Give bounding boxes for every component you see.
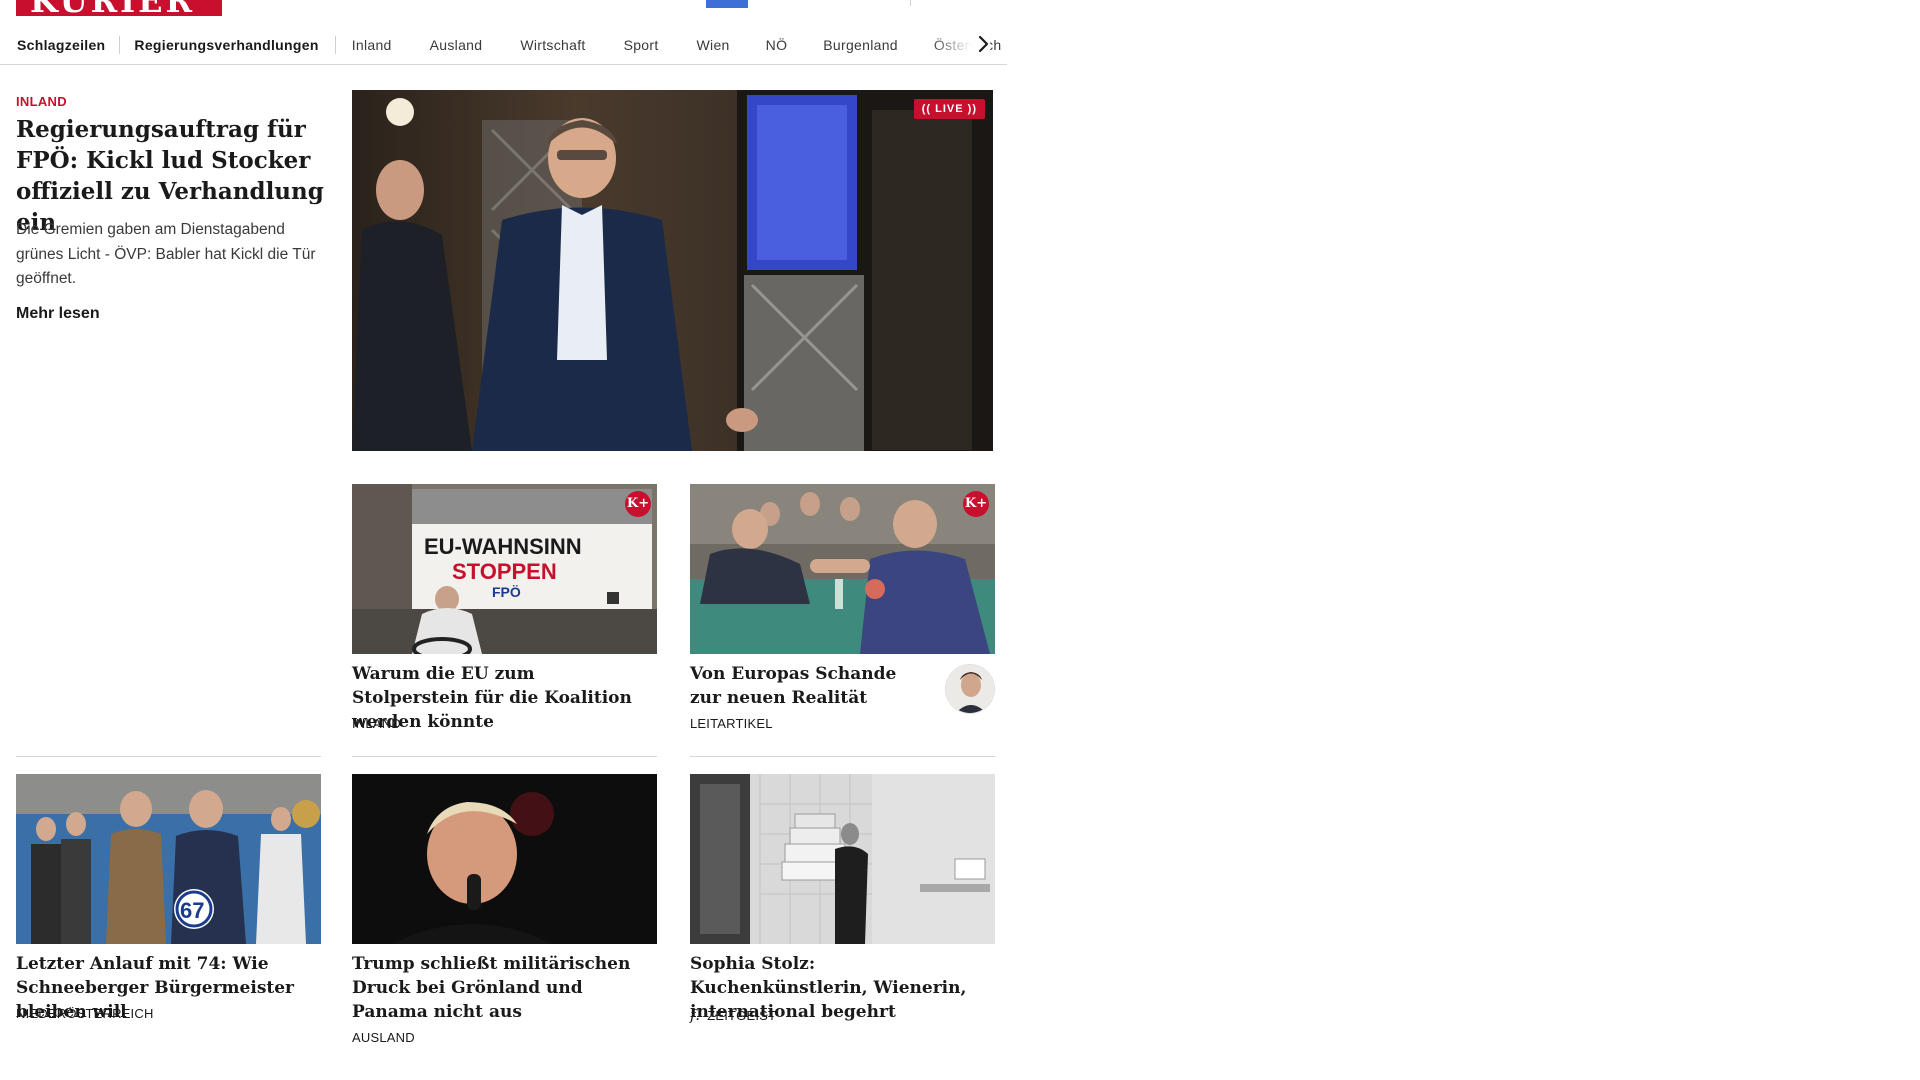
- nav-item-regierungsverhandlungen[interactable]: Regierungsverhandlungen: [134, 37, 318, 53]
- read-more-link[interactable]: Mehr lesen: [16, 305, 100, 323]
- nav-item-sport[interactable]: Sport: [624, 37, 659, 53]
- header-divider: [910, 0, 911, 6]
- nav-item-schlagzeilen[interactable]: Schlagzeilen: [17, 37, 105, 53]
- article-section-tag[interactable]: INLAND: [352, 716, 401, 731]
- eu-poster-photo: EU-WAHNSINN STOPPEN FPÖ: [352, 484, 657, 654]
- article-section-tag[interactable]: NIEDERÖSTERREICH: [16, 1006, 154, 1021]
- article-image[interactable]: 67: [16, 774, 321, 944]
- section-nav: Schlagzeilen Regierungsverhandlungen Inl…: [0, 24, 1007, 65]
- lead-kicker[interactable]: INLAND: [16, 94, 67, 109]
- svg-text:FPÖ: FPÖ: [492, 584, 521, 600]
- chevron-right-icon[interactable]: [971, 32, 995, 56]
- article-headline[interactable]: Von Europas Schande zur neuen Realität: [690, 662, 930, 710]
- svg-text:EU-WAHNSINN: EU-WAHNSINN: [424, 534, 582, 559]
- nav-item-ausland[interactable]: Ausland: [430, 37, 483, 53]
- card-divider: [352, 756, 657, 757]
- nav-item-inland[interactable]: Inland: [352, 37, 392, 53]
- header-blue-element[interactable]: [706, 0, 748, 8]
- lead-image[interactable]: (( LIVE )): [352, 90, 993, 451]
- kurier-logo[interactable]: KURIER: [16, 0, 222, 16]
- lead-teaser: Die Gremien gaben am Dienstagabend grüne…: [16, 221, 316, 287]
- kurier-plus-badge: K+: [625, 491, 651, 517]
- article-section-tag[interactable]: LEITARTIKEL: [690, 716, 773, 731]
- nav-item-wirtschaft[interactable]: Wirtschaft: [520, 37, 585, 53]
- nav-separator: [119, 35, 121, 54]
- kurier-plus-badge: K+: [963, 491, 989, 517]
- cake-artist-photo: [690, 774, 995, 944]
- nav-item-wien[interactable]: Wien: [697, 37, 730, 53]
- article-headline[interactable]: Trump schließt militärischen Druck bei G…: [352, 952, 652, 1024]
- article-image[interactable]: EU-WAHNSINN STOPPEN FPÖ K+: [352, 484, 657, 654]
- nav-item-burgenland[interactable]: Burgenland: [823, 37, 898, 53]
- live-badge: (( LIVE )): [913, 99, 985, 119]
- nav-item-noe[interactable]: NÖ: [766, 37, 788, 53]
- author-avatar[interactable]: [945, 664, 995, 714]
- trump-photo: [352, 774, 657, 944]
- live-waves-icon: ((: [921, 103, 932, 115]
- mayor-stage-photo: 67: [16, 774, 321, 944]
- card-divider: [16, 756, 321, 757]
- article-section-tag[interactable]: AUSLAND: [352, 1030, 415, 1045]
- article-image[interactable]: [690, 774, 995, 944]
- article-image[interactable]: [352, 774, 657, 944]
- nav-separator: [334, 35, 336, 54]
- article-section-tag[interactable]: f. ZEITGEIST: [690, 1006, 776, 1024]
- svg-text:STOPPEN: STOPPEN: [452, 559, 557, 584]
- zeitgeist-icon: f.: [690, 1006, 701, 1024]
- author-photo: [946, 665, 994, 713]
- lead-photo: [352, 90, 993, 451]
- card-divider: [690, 756, 995, 757]
- svg-text:67: 67: [180, 898, 204, 923]
- live-waves-icon: )): [967, 103, 977, 115]
- article-image[interactable]: K+: [690, 484, 995, 654]
- handshake-photo: [690, 484, 995, 654]
